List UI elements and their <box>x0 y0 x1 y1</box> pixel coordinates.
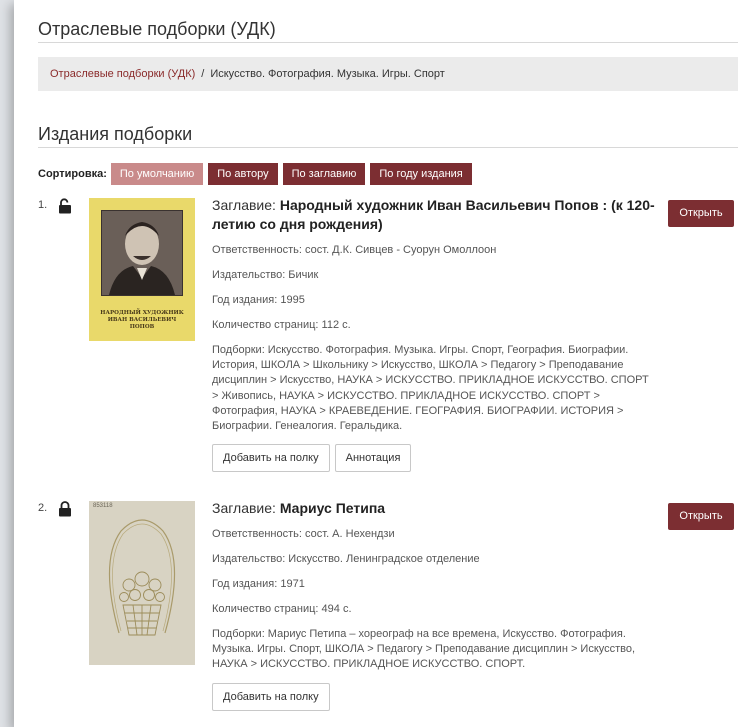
action-buttons: Добавить на полку <box>212 682 658 711</box>
flower-basket-image <box>108 519 176 636</box>
action-buttons: Добавить на полку Аннотация <box>212 444 658 473</box>
responsibility: Ответственность: сост. Д.К. Сивцев - Суо… <box>212 244 497 256</box>
breadcrumb-link[interactable]: Отраслевые подборки (УДК) <box>50 68 195 80</box>
responsibility: Ответственность: сост. А. Нехендзи <box>212 528 395 540</box>
collection-subtitle: Издания подборки <box>38 124 193 144</box>
book-cover[interactable]: НАРОДНЫЙ ХУДОЖНИК ИВАН ВАСИЛЬЕВИЧ ПОПОВ <box>89 198 195 341</box>
divider <box>38 147 738 148</box>
item-title[interactable]: Заглавие: Народный художник Иван Василье… <box>212 196 658 234</box>
publication-year: Год издания: 1971 <box>212 578 305 590</box>
cover-title: НАРОДНЫЙ ХУДОЖНИК ИВАН ВАСИЛЬЕВИЧ ПОПОВ <box>100 310 184 330</box>
item-number: 2. <box>38 502 48 514</box>
sort-title-button[interactable]: По заглавию <box>282 163 366 185</box>
unlocked-icon <box>58 198 72 214</box>
annotation-button[interactable]: Аннотация <box>334 444 412 473</box>
collections: Подборки: Искусство. Фотография. Музыка.… <box>212 344 649 433</box>
publisher: Издательство: Искусство. Ленинградское о… <box>212 553 480 565</box>
collections: Подборки: Мариус Петипа – хореограф на в… <box>212 628 636 671</box>
divider <box>38 42 738 43</box>
sort-year-button[interactable]: По году издания <box>370 163 472 185</box>
sort-bar: Сортировка: По умолчанию По автору По за… <box>38 163 477 185</box>
breadcrumb-separator: / <box>201 68 205 80</box>
publisher: Издательство: Бичик <box>212 269 319 281</box>
add-to-shelf-button[interactable]: Добавить на полку <box>212 444 330 473</box>
item-metadata: Заглавие: Народный художник Иван Василье… <box>212 196 658 473</box>
item-number: 1. <box>38 199 48 211</box>
open-button[interactable]: Открыть <box>668 503 734 530</box>
book-cover[interactable]: 853118 <box>89 501 195 665</box>
breadcrumb-current: Искусство. Фотография. Музыка. Игры. Спо… <box>210 68 445 80</box>
publication-year: Год издания: 1995 <box>212 294 305 306</box>
section-title: Отраслевые подборки (УДК) <box>38 19 276 39</box>
sort-default-button[interactable]: По умолчанию <box>110 163 204 185</box>
item-metadata: Заглавие: Мариус Петипа Ответственность:… <box>212 499 658 711</box>
open-button[interactable]: Открыть <box>668 200 734 227</box>
page: Отраслевые подборки (УДК) Отраслевые под… <box>14 0 738 727</box>
sort-author-button[interactable]: По автору <box>208 163 278 185</box>
item-title[interactable]: Заглавие: Мариус Петипа <box>212 499 658 518</box>
add-to-shelf-button[interactable]: Добавить на полку <box>212 682 330 711</box>
sort-label: Сортировка: <box>38 168 107 180</box>
page-count: Количество страниц: 112 с. <box>212 319 351 331</box>
breadcrumb: Отраслевые подборки (УДК) / Искусство. Фот… <box>38 57 738 91</box>
page-count: Количество страниц: 494 с. <box>212 603 352 615</box>
lock-icon <box>58 501 72 517</box>
